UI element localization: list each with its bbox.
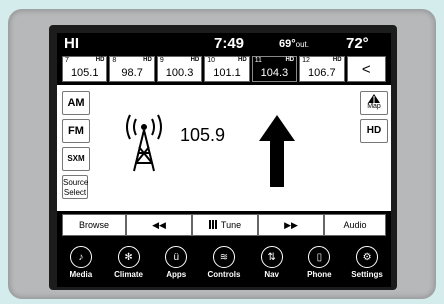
arrow-up-icon — [259, 115, 295, 187]
source-select-button[interactable]: Source Select — [62, 175, 88, 199]
audio-button[interactable]: Audio — [324, 214, 386, 236]
hd-icon: HD — [238, 57, 247, 63]
browse-button[interactable]: Browse — [62, 214, 126, 236]
seek-forward-button[interactable]: ▶▶ — [258, 214, 324, 236]
preset-frequency: 105.1 — [70, 67, 99, 79]
preset-frequency: 100.3 — [165, 67, 194, 79]
map-button[interactable]: Map — [360, 91, 388, 115]
station-frequency: 105.9 — [180, 125, 226, 145]
clock: 7:49 — [214, 35, 245, 52]
media-icon: ♪ — [69, 246, 92, 268]
preset-frequency: 98.7 — [121, 67, 143, 79]
hd-icon: HD — [285, 57, 295, 63]
tune-label: Tune — [220, 220, 242, 230]
map-icon — [368, 94, 380, 103]
preset-number: 9 — [159, 57, 164, 64]
dock-settings[interactable]: ⚙ Settings — [345, 241, 389, 287]
dock-apps[interactable]: ü Apps — [154, 241, 198, 287]
preset-7[interactable]: 7 HD 105.1 — [62, 56, 108, 82]
dock-label: Nav — [264, 270, 279, 279]
preset-bar: 7 HD 105.1 8 HD 98.7 9 HD 100.3 10 HD 10… — [62, 56, 387, 82]
outside-temp-label: out. — [295, 40, 309, 49]
dock-climate[interactable]: ✻ Climate — [107, 241, 151, 287]
dock-nav[interactable]: ⇅ Nav — [250, 241, 294, 287]
control-bar: Browse ◀◀ Tune ▶▶ Audio — [57, 211, 391, 239]
preset-12[interactable]: 12 HD 106.7 — [299, 56, 345, 82]
preset-8[interactable]: 8 HD 98.7 — [109, 56, 155, 82]
phone-icon: ▯ — [308, 246, 331, 268]
dock-label: Climate — [114, 270, 143, 279]
outside-temperature: 69°out. — [279, 38, 309, 50]
inside-temperature: 72° — [346, 35, 369, 52]
map-label: Map — [367, 103, 381, 110]
am-button[interactable]: AM — [62, 91, 90, 115]
preset-frequency: 106.7 — [308, 67, 336, 79]
hd-icon: HD — [332, 57, 342, 63]
dock-label: Settings — [351, 270, 383, 279]
chevron-left-icon: < — [361, 61, 371, 78]
outside-temp-value: 69° — [279, 38, 296, 50]
dock-phone[interactable]: ▯ Phone — [297, 241, 341, 287]
preset-prev-button[interactable]: < — [346, 56, 387, 82]
dock-label: Media — [69, 270, 93, 279]
preset-frequency: 104.3 — [260, 67, 289, 79]
seek-forward-icon: ▶▶ — [284, 220, 298, 230]
preset-frequency: 101.1 — [213, 67, 241, 79]
climate-icon: ✻ — [117, 246, 140, 268]
bottom-dock: ♪ Media ✻ Climate ü Apps ≋ Controls ⇅ Na… — [57, 241, 391, 287]
preset-number: 12 — [302, 57, 310, 64]
preset-11[interactable]: 11 HD 104.3 — [251, 56, 298, 82]
seek-back-icon: ◀◀ — [152, 220, 166, 230]
preset-9[interactable]: 9 HD 100.3 — [156, 56, 203, 82]
radio-tower-icon — [126, 114, 162, 172]
fm-button[interactable]: FM — [62, 119, 90, 143]
apps-icon: ü — [165, 246, 188, 268]
dock-media[interactable]: ♪ Media — [59, 241, 103, 287]
preset-number: 7 — [65, 57, 69, 64]
settings-icon: ⚙ — [356, 246, 379, 268]
nav-icon: ⇅ — [260, 246, 283, 268]
radio-screen: HI 7:49 69°out. 72° 7 HD 105.1 8 HD 98.7… — [57, 33, 391, 287]
hd-icon: HD — [143, 57, 152, 63]
controls-icon: ≋ — [212, 246, 235, 268]
dock-label: Apps — [166, 270, 187, 279]
preset-10[interactable]: 10 HD 101.1 — [204, 56, 250, 82]
seek-back-button[interactable]: ◀◀ — [126, 214, 192, 236]
sxm-button[interactable]: SXM — [62, 147, 90, 171]
dock-label: Controls — [207, 270, 241, 279]
source-label-line1: Source — [63, 178, 89, 187]
hd-radio-icon: HD — [366, 125, 382, 136]
hd-icon: HD — [95, 57, 105, 63]
hd-icon: HD — [190, 57, 200, 63]
dock-label: Phone — [307, 270, 332, 279]
grid-icon — [208, 220, 218, 229]
source-label-line2: Select — [63, 188, 87, 197]
preset-number: 10 — [207, 57, 216, 64]
dock-controls[interactable]: ≋ Controls — [202, 241, 246, 287]
tune-button[interactable]: Tune — [192, 214, 258, 236]
now-playing-panel: AM FM SXM Source Select Map HD 105.9 — [57, 85, 391, 211]
status-bar: HI 7:49 69°out. 72° — [57, 33, 391, 55]
hd-radio-button[interactable]: HD — [360, 119, 388, 143]
greeting: HI — [64, 35, 79, 52]
preset-number: 8 — [112, 57, 117, 64]
preset-number: 11 — [254, 57, 262, 64]
